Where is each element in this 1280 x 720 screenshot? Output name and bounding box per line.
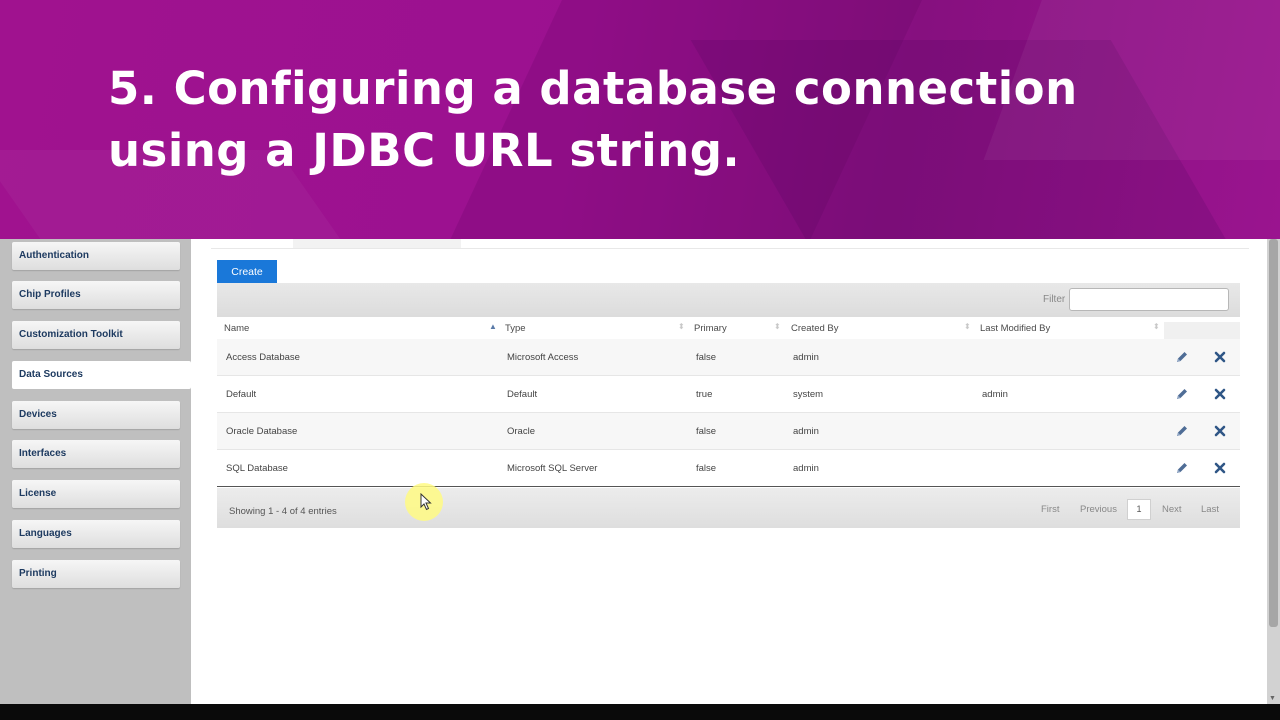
cell-name: Access Database — [226, 352, 300, 363]
pencil-icon[interactable] — [1175, 461, 1189, 475]
filter-label: Filter — [1043, 294, 1066, 305]
sidebar: Authentication Chip Profiles Customizati… — [0, 239, 191, 704]
entries-info: Showing 1 - 4 of 4 entries — [229, 506, 337, 517]
table-row[interactable]: SQL Database Microsoft SQL Server false … — [217, 450, 1240, 487]
cell-last-modified-by: admin — [982, 389, 1008, 400]
pagination-last[interactable]: Last — [1201, 504, 1219, 515]
sort-icon[interactable]: ⬍ — [964, 322, 971, 331]
cell-name: Oracle Database — [226, 426, 298, 437]
bottom-bar — [0, 704, 1280, 720]
sidebar-item-devices[interactable]: Devices — [12, 401, 180, 429]
sidebar-item-interfaces[interactable]: Interfaces — [12, 440, 180, 468]
cell-name: SQL Database — [226, 463, 288, 474]
sort-icon[interactable]: ⬍ — [678, 322, 685, 331]
mouse-pointer-icon — [420, 493, 432, 511]
sidebar-item-license[interactable]: License — [12, 480, 180, 508]
column-header-type[interactable]: Type — [505, 323, 526, 334]
table-toolbar: Filter — [217, 283, 1240, 317]
cell-created-by: system — [793, 389, 824, 400]
cell-type: Default — [507, 389, 538, 400]
cell-created-by: admin — [793, 463, 819, 474]
pagination-page-1[interactable]: 1 — [1127, 499, 1151, 520]
sort-icon[interactable]: ⬍ — [1153, 322, 1160, 331]
x-icon[interactable] — [1213, 387, 1227, 401]
x-icon[interactable] — [1213, 350, 1227, 364]
cell-primary: false — [696, 463, 717, 474]
title-banner: 5. Configuring a database connection usi… — [0, 0, 1280, 239]
x-icon[interactable] — [1213, 461, 1227, 475]
table-header: Name ▲ Type ⬍ Primary ⬍ Created By ⬍ Las… — [217, 318, 1240, 339]
sidebar-item-data-sources[interactable]: Data Sources — [12, 361, 191, 389]
cell-created-by: admin — [793, 352, 819, 363]
sidebar-item-customization-toolkit[interactable]: Customization Toolkit — [12, 321, 180, 349]
pencil-icon[interactable] — [1175, 424, 1189, 438]
scrollbar-thumb[interactable] — [1269, 239, 1278, 627]
sidebar-item-chip-profiles[interactable]: Chip Profiles — [12, 281, 180, 309]
column-header-primary[interactable]: Primary — [694, 323, 727, 334]
table-row[interactable]: Access Database Microsoft Access false a… — [217, 339, 1240, 376]
tab-inactive[interactable] — [293, 239, 461, 248]
pencil-icon[interactable] — [1175, 350, 1189, 364]
banner-title-line2: using a JDBC URL string. — [108, 124, 741, 177]
scroll-down-icon[interactable]: ▼ — [1269, 695, 1276, 702]
column-header-last-modified-by[interactable]: Last Modified By — [980, 323, 1050, 334]
banner-title-line1: 5. Configuring a database connection — [108, 62, 1078, 115]
cell-primary: false — [696, 352, 717, 363]
pagination-first[interactable]: First — [1041, 504, 1059, 515]
sidebar-item-languages[interactable]: Languages — [12, 520, 180, 548]
cell-type: Microsoft SQL Server — [507, 463, 598, 474]
sort-icon[interactable]: ⬍ — [774, 322, 781, 331]
table-row[interactable]: Oracle Database Oracle false admin — [217, 413, 1240, 450]
pagination-next[interactable]: Next — [1162, 504, 1182, 515]
pencil-icon[interactable] — [1175, 387, 1189, 401]
pagination-previous[interactable]: Previous — [1080, 504, 1117, 515]
column-header-created-by[interactable]: Created By — [791, 323, 839, 334]
x-icon[interactable] — [1213, 424, 1227, 438]
cell-type: Oracle — [507, 426, 535, 437]
cell-name: Default — [226, 389, 257, 400]
sidebar-item-printing[interactable]: Printing — [12, 560, 180, 588]
table-row[interactable]: Default Default true system admin — [217, 376, 1240, 413]
cell-type: Microsoft Access — [507, 352, 579, 363]
sort-asc-icon[interactable]: ▲ — [489, 322, 497, 331]
filter-input[interactable] — [1069, 288, 1229, 311]
column-header-name[interactable]: Name — [224, 323, 249, 334]
vertical-scrollbar[interactable]: ▼ — [1267, 239, 1280, 704]
create-button[interactable]: Create — [217, 260, 277, 283]
column-header-actions — [1164, 322, 1240, 339]
main-panel: Create Filter Name ▲ Type ⬍ Primary ⬍ Cr… — [191, 239, 1267, 704]
banner-title: 5. Configuring a database connection usi… — [108, 58, 1078, 182]
table-footer: Showing 1 - 4 of 4 entries First Previou… — [217, 488, 1240, 528]
cell-primary: false — [696, 426, 717, 437]
sidebar-item-authentication[interactable]: Authentication — [12, 242, 180, 270]
cell-created-by: admin — [793, 426, 819, 437]
cell-primary: true — [696, 389, 713, 400]
